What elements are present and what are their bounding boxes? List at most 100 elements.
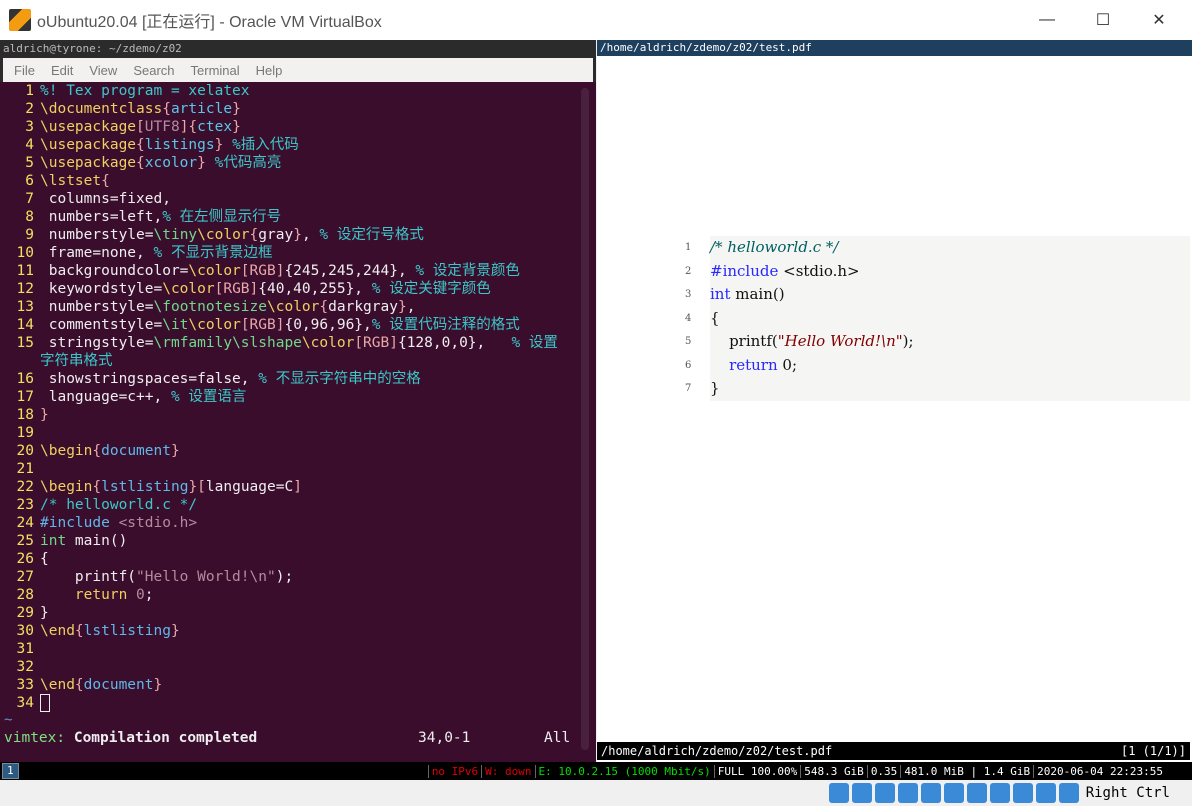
line-number: 3 — [25, 119, 34, 135]
code-token: ); — [275, 569, 294, 585]
line-number: 6 — [25, 173, 34, 189]
code-token: \rmfamily — [153, 335, 233, 351]
menu-file[interactable]: File — [14, 63, 35, 78]
pdf-code-token: ); — [902, 332, 914, 350]
menu-edit[interactable]: Edit — [51, 63, 73, 78]
code-token: } — [170, 443, 180, 459]
code-line: 25 int main() — [0, 532, 590, 550]
virtualization-icon[interactable] — [1012, 783, 1033, 803]
shared-folders-icon[interactable] — [943, 783, 964, 803]
code-line: 8 numbers=left,% 在左侧显示行号 — [0, 208, 590, 226]
code-token: % 设定背景颜色 — [415, 263, 520, 279]
code-token: %代码高亮 — [205, 155, 282, 171]
menu-terminal[interactable]: Terminal — [191, 63, 240, 78]
download-icon[interactable] — [1058, 783, 1079, 803]
optical-disk-icon[interactable] — [851, 783, 872, 803]
pdf-code-token: main() — [730, 285, 785, 303]
pdf-line-number: 7 — [685, 383, 692, 394]
menu-help[interactable]: Help — [256, 63, 283, 78]
line-number: 20 — [16, 443, 34, 459]
pdf-line-number: 5 — [685, 336, 692, 347]
code-token: [ — [136, 119, 145, 135]
code-token: { — [92, 443, 102, 459]
code-line: 14 commentstyle=\it\color[RGB]{0,96,96},… — [0, 316, 590, 334]
code-line: 2 \documentclass{article} — [0, 100, 590, 118]
code-token: language=c++, — [40, 389, 171, 405]
audio-icon[interactable] — [874, 783, 895, 803]
window-title: oUbuntu20.04 [正在运行] - Oracle VM VirtualB… — [37, 14, 382, 31]
pdf-page-indicator: [1 (1/1)] — [1120, 744, 1186, 758]
line-number: 19 — [16, 425, 34, 441]
terminal-window[interactable]: aldrich@tyrone: ~/zdemo/z02 File Edit View… — [0, 40, 596, 762]
code-token: [RGB] — [214, 281, 259, 297]
code-token: % 设定行号格式 — [319, 227, 424, 243]
pdf-header-path: /home/aldrich/zdemo/z02/test.pdf — [597, 40, 1192, 56]
vim-editor[interactable]: 1 %! Tex program = xelatex 2 \documentclass… — [0, 82, 590, 712]
code-line: 22 \begin{lstlisting}[language=C] — [0, 478, 590, 496]
pdf-path: /home/aldrich/zdemo/z02/test.pdf — [601, 744, 833, 758]
code-line: 18} — [0, 406, 590, 424]
code-token: } — [153, 677, 163, 693]
workspace-button[interactable]: 1 — [2, 763, 19, 779]
status-item: FULL 100.00% — [713, 764, 800, 778]
code-line: 31 — [0, 640, 590, 658]
usb-icon[interactable] — [920, 783, 941, 803]
code-token: ; — [144, 587, 154, 603]
code-token: 字符串格式 — [40, 353, 113, 369]
code-line: 19 — [0, 424, 590, 442]
line-number: 22 — [16, 479, 34, 495]
code-token: main() — [66, 533, 128, 549]
code-token: numberstyle= — [40, 299, 154, 315]
code-line: 26 { — [0, 550, 590, 568]
code-line: 10 frame=none, % 不显示背景边框 — [0, 244, 590, 262]
mouse-integration-icon[interactable] — [1035, 783, 1056, 803]
line-number: 34 — [16, 695, 34, 711]
code-token: , — [363, 317, 372, 333]
pdf-line-number: 6 — [685, 359, 692, 371]
scrollbar[interactable] — [581, 88, 589, 750]
code-token: } — [170, 623, 180, 639]
host-key-label: Right Ctrl — [1085, 785, 1170, 801]
code-token: listings — [144, 137, 215, 153]
pdf-code-line: int main() — [710, 283, 1190, 307]
hard-disk-icon[interactable] — [828, 783, 849, 803]
code-line: 13 numberstyle=\footnotesize\color{darkg… — [0, 298, 590, 316]
code-token: ctex — [197, 119, 233, 135]
line-number: 4 — [25, 137, 34, 153]
line-number: 29 — [16, 605, 34, 621]
text-cursor — [40, 694, 50, 712]
code-token: \begin — [40, 479, 93, 495]
display-icon[interactable] — [966, 783, 987, 803]
code-token: , — [301, 227, 320, 243]
code-line: 20 \begin{document} — [0, 442, 590, 460]
pdf-code-line: printf("Hello World!\n"); — [710, 330, 1190, 354]
code-token: language=C — [205, 479, 294, 495]
code-token: [RGB] — [354, 335, 398, 351]
close-button[interactable]: ✕ — [1136, 0, 1182, 40]
minimize-button[interactable]: — — [1024, 0, 1070, 40]
line-number: 7 — [25, 191, 34, 207]
menu-search[interactable]: Search — [133, 63, 174, 78]
code-token: darkgray — [328, 299, 398, 315]
code-token: numberstyle= — [40, 227, 154, 243]
code-token: stringstyle= — [40, 335, 154, 351]
network-icon[interactable] — [897, 783, 918, 803]
code-token: \color — [267, 299, 320, 315]
pdf-code-token: "Hello World!\n" — [777, 332, 903, 350]
line-number: 21 — [16, 461, 34, 477]
pdf-code-line: } — [710, 377, 1190, 401]
code-token: } — [40, 605, 49, 621]
video-capture-icon[interactable] — [989, 783, 1010, 803]
terminal-title: aldrich@tyrone: ~/zdemo/z02 — [0, 40, 596, 58]
line-number: 8 — [25, 209, 34, 225]
code-line: 11 backgroundcolor=\color[RGB]{245,245,2… — [0, 262, 590, 280]
maximize-button[interactable]: ☐ — [1080, 0, 1126, 40]
code-token: frame=none, — [40, 245, 154, 261]
code-token: { — [40, 551, 49, 567]
pdf-viewer[interactable]: /home/aldrich/zdemo/z02/test.pdf 1 2 3 4 5 6 7… — [597, 40, 1192, 762]
pdf-line-numbers: 1 2 3 4 5 6 7 — [685, 236, 691, 401]
code-line: 16 showstringspaces=false, % 不显示字符串中的空格 — [0, 370, 590, 388]
code-token: } — [232, 101, 241, 117]
menu-view[interactable]: View — [89, 63, 117, 78]
code-line: 23 /* helloworld.c */ — [0, 496, 590, 514]
